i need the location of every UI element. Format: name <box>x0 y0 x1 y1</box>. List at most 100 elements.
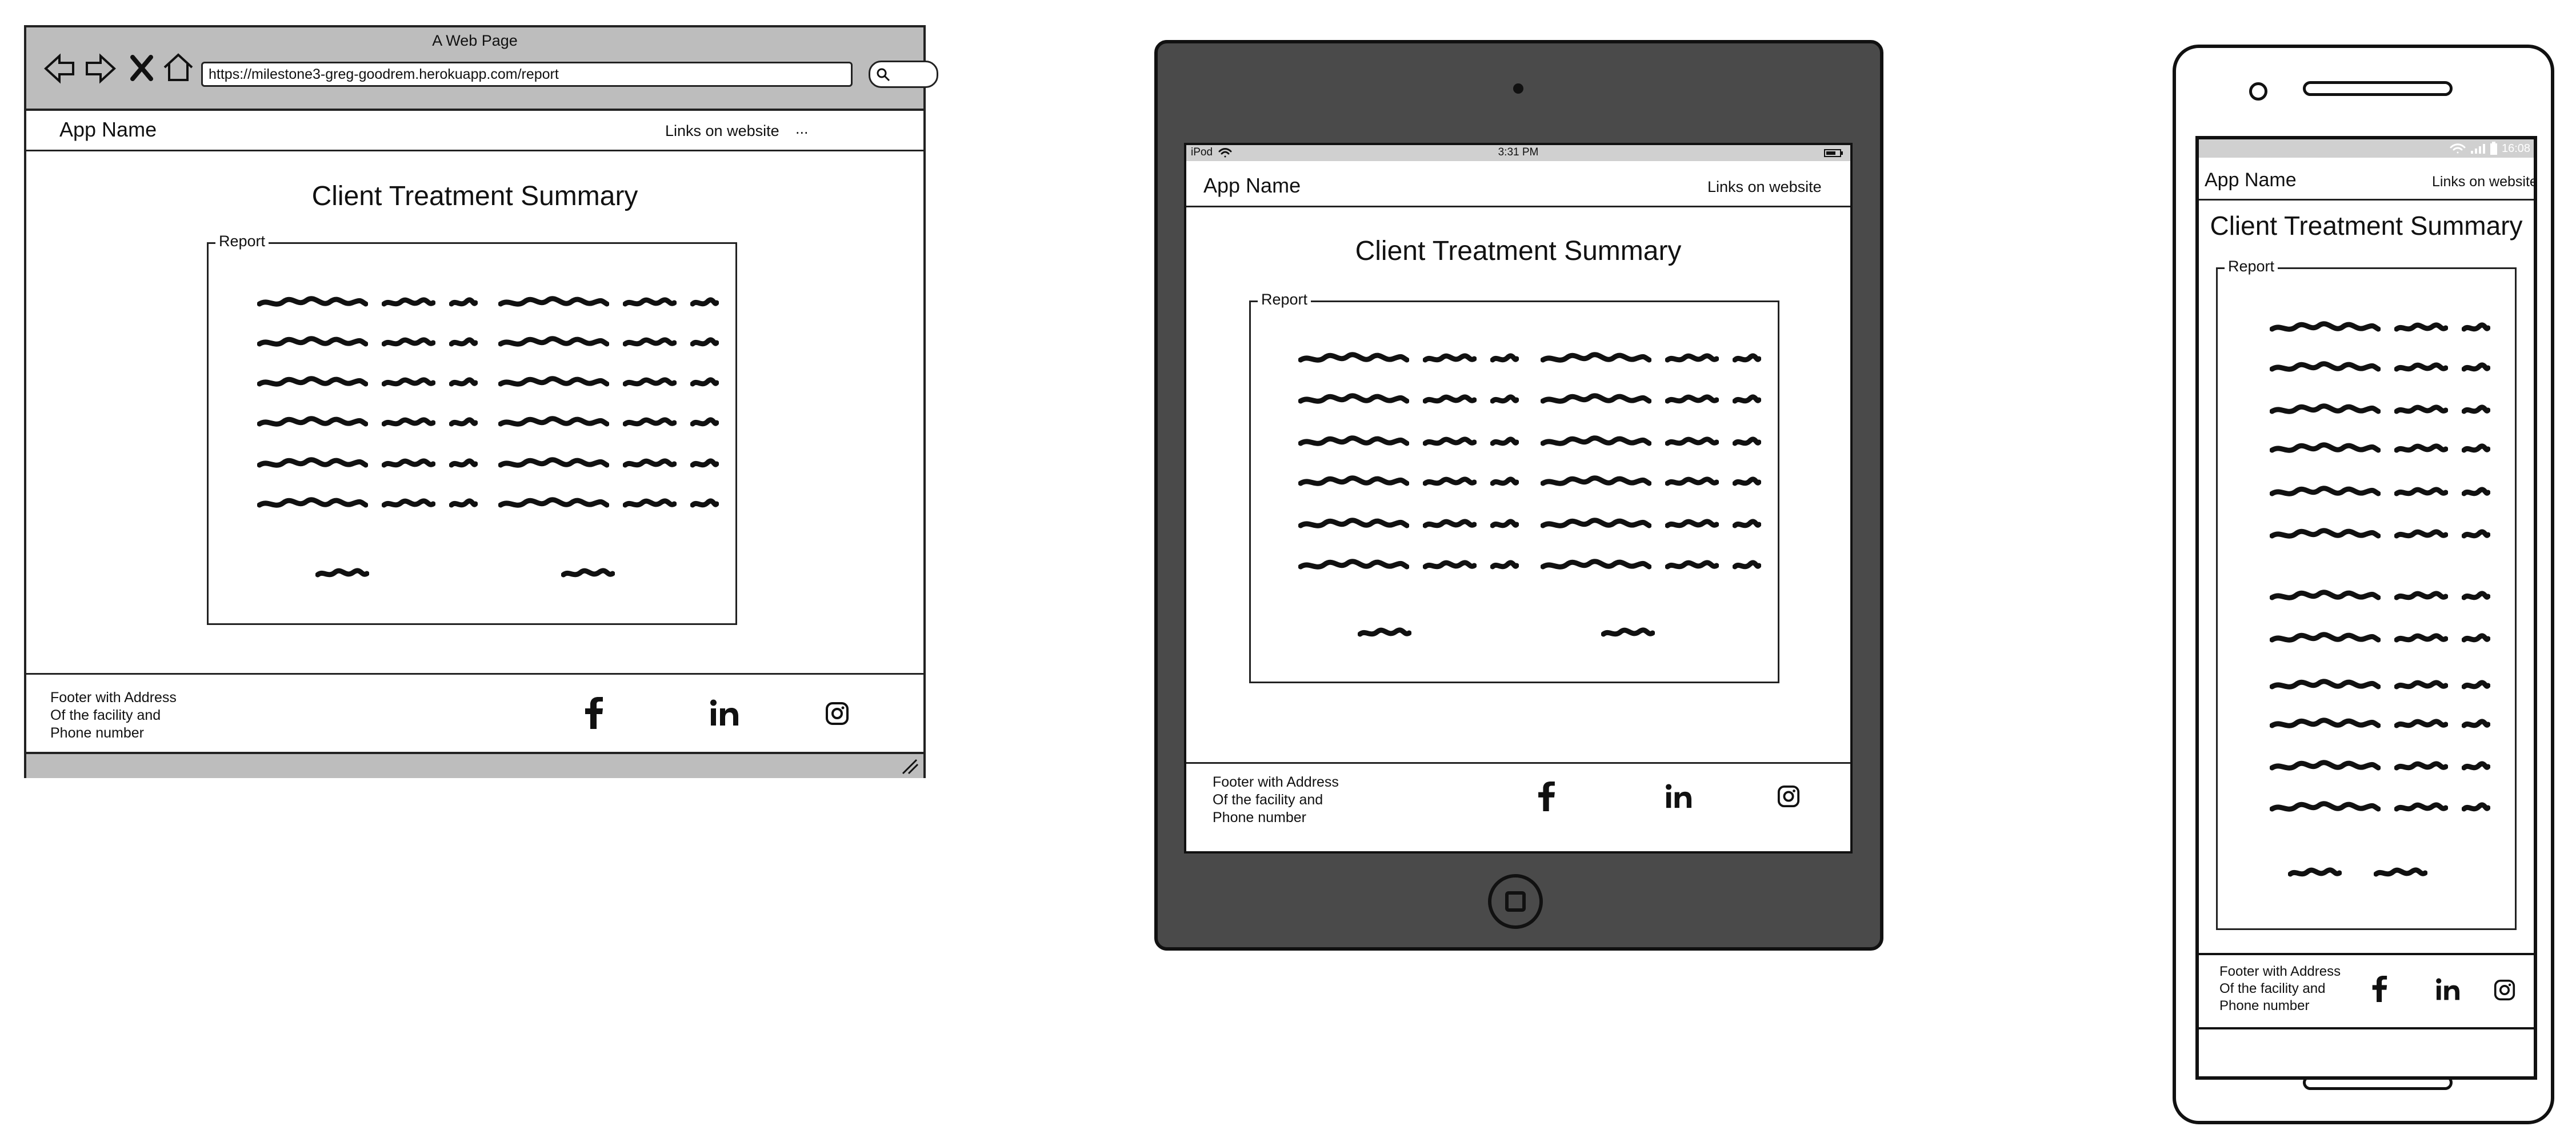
facebook-icon[interactable] <box>584 697 603 729</box>
scribble-mark <box>1541 475 1651 490</box>
scribble-mark <box>1541 435 1651 450</box>
scribble-mark <box>382 457 435 472</box>
scribble-mark <box>2270 632 2381 647</box>
placeholder-text-line <box>1298 435 1519 448</box>
placeholder-text-line <box>2270 590 2490 602</box>
scribble-mark <box>449 296 478 311</box>
report-label: Report <box>2225 258 2278 275</box>
placeholder-text-line <box>2270 486 2490 498</box>
scribble-mark <box>1733 518 1761 532</box>
footer-line-3: Phone number <box>1213 810 1307 826</box>
stop-icon[interactable] <box>129 54 154 82</box>
status-time: 3:31 PM <box>1498 146 1539 158</box>
footer-divider <box>26 673 923 675</box>
placeholder-text-line <box>498 376 719 388</box>
scribble-mark <box>690 457 719 472</box>
browser-toolbar: A Web Page https://milestone3-greg-goodr… <box>26 27 938 111</box>
placeholder-text-line <box>2374 866 2427 879</box>
placeholder-text-line <box>498 296 719 308</box>
scribble-mark <box>2394 679 2448 694</box>
scribble-mark <box>1665 352 1719 367</box>
scribble-mark <box>2462 321 2490 336</box>
nav-link[interactable]: Links on website <box>1707 178 1822 196</box>
tablet-home-button[interactable] <box>1488 874 1543 929</box>
url-bar[interactable]: https://milestone3-greg-goodrem.herokuap… <box>201 62 853 87</box>
footer-line-1: Footer with Address <box>1213 774 1339 790</box>
instagram-icon[interactable] <box>825 702 849 726</box>
home-icon[interactable] <box>162 51 194 83</box>
scribble-mark <box>690 416 719 431</box>
nav-more[interactable]: ... <box>795 120 809 138</box>
footer-address: Footer with Address Of the facility and … <box>1213 774 1339 827</box>
scribble-mark <box>1358 626 1411 641</box>
scribble-mark <box>1665 518 1719 532</box>
report-label: Report <box>1258 291 1311 308</box>
linkedin-icon[interactable] <box>2435 978 2461 1001</box>
scribble-mark <box>257 416 368 431</box>
scribble-mark <box>2462 760 2490 775</box>
scribble-mark <box>498 497 609 512</box>
placeholder-text-line <box>2270 403 2490 416</box>
placeholder-text-line <box>1298 393 1519 406</box>
scribble-mark <box>623 457 677 472</box>
placeholder-text-line <box>1298 352 1519 364</box>
scribble-mark <box>1541 518 1651 532</box>
instagram-icon[interactable] <box>1777 785 1800 808</box>
placeholder-text-line <box>2270 760 2490 772</box>
scribble-mark <box>623 336 677 351</box>
search-box[interactable] <box>869 61 938 88</box>
scribble-mark <box>690 336 719 351</box>
phone-speaker <box>2303 81 2453 96</box>
linkedin-icon[interactable] <box>710 699 739 727</box>
facebook-icon[interactable] <box>1537 782 1555 811</box>
scribble-mark <box>2394 442 2448 457</box>
placeholder-text-line <box>1298 518 1519 530</box>
placeholder-text-line <box>2270 679 2490 691</box>
scribble-mark <box>2270 403 2381 418</box>
nav-link[interactable]: Links on website <box>665 122 779 140</box>
placeholder-text-line <box>257 416 478 428</box>
scribble-mark <box>1733 435 1761 450</box>
placeholder-text-line <box>257 457 478 470</box>
scribble-mark <box>315 567 369 582</box>
placeholder-text-line <box>2288 866 2342 879</box>
placeholder-text-line <box>1541 393 1761 406</box>
linkedin-icon[interactable] <box>1665 784 1693 809</box>
scribble-mark <box>498 416 609 431</box>
phone-device: 16:08 App Name Links on website Client T… <box>2173 45 2554 1124</box>
scribble-mark <box>2462 528 2490 543</box>
placeholder-text-line <box>498 336 719 348</box>
scribble-mark <box>1298 435 1409 450</box>
footer-line-2: Of the facility and <box>50 707 161 723</box>
scribble-mark <box>2462 590 2490 604</box>
app-name[interactable]: App Name <box>1203 174 1301 198</box>
placeholder-text-line <box>2270 632 2490 644</box>
placeholder-text-line <box>498 416 719 428</box>
app-name[interactable]: App Name <box>2205 169 2297 191</box>
app-name[interactable]: App Name <box>59 118 157 142</box>
battery-icon <box>1824 149 1843 157</box>
scribble-mark <box>257 336 368 351</box>
footer-address: Footer with Address Of the facility and … <box>50 689 177 742</box>
scribble-mark <box>2394 590 2448 604</box>
header-divider <box>26 150 923 151</box>
placeholder-text-line <box>257 376 478 388</box>
nav-link[interactable]: Links on website <box>2432 174 2538 190</box>
scribble-mark <box>1490 352 1519 367</box>
scribble-mark <box>623 497 677 512</box>
forward-icon[interactable] <box>83 51 118 86</box>
scribble-mark <box>690 296 719 311</box>
scribble-mark <box>2270 321 2381 336</box>
scribble-mark <box>2270 442 2381 457</box>
facebook-icon[interactable] <box>2371 976 2387 1002</box>
scribble-mark <box>449 336 478 351</box>
scribble-mark <box>1423 559 1477 574</box>
instagram-icon[interactable] <box>2494 979 2515 1001</box>
desktop-browser-window: A Web Page https://milestone3-greg-goodr… <box>24 25 938 778</box>
scribble-mark <box>1490 393 1519 408</box>
scribble-mark <box>1423 352 1477 367</box>
placeholder-text-line <box>2270 718 2490 730</box>
placeholder-text-line <box>1298 475 1519 488</box>
footer-line-2: Of the facility and <box>1213 792 1323 808</box>
back-icon[interactable] <box>42 51 77 86</box>
